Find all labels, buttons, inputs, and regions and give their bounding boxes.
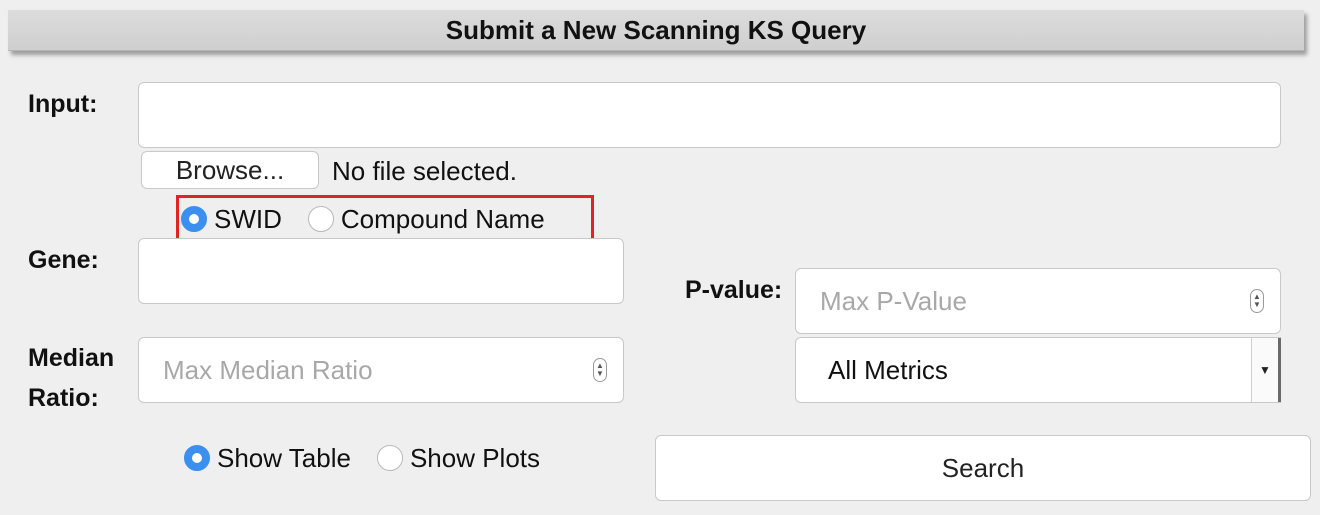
pvalue-spinner-icon[interactable]: ▲ ▼ xyxy=(1250,289,1264,313)
input-field[interactable] xyxy=(139,83,1280,147)
input-field-box xyxy=(138,82,1281,148)
median-ratio-input[interactable] xyxy=(139,338,623,402)
show-plots-label[interactable]: Show Plots xyxy=(410,443,540,474)
median-label-line2: Ratio: xyxy=(28,384,99,412)
pvalue-label: P-value: xyxy=(685,276,783,304)
id-type-radio-group: SWID Compound Name xyxy=(181,199,571,239)
form-title: Submit a New Scanning KS Query xyxy=(445,14,867,45)
show-plots-radio[interactable] xyxy=(376,445,403,471)
metrics-select-value: All Metrics xyxy=(828,354,948,385)
metrics-select[interactable]: All Metrics ▼ xyxy=(795,337,1281,403)
browse-button[interactable]: Browse... xyxy=(141,151,319,189)
pvalue-field-box: ▲▼ xyxy=(795,268,1281,334)
file-status: No file selected. xyxy=(332,156,517,186)
show-table-label[interactable]: Show Table xyxy=(217,443,351,474)
search-button[interactable]: Search xyxy=(655,435,1311,501)
median-ratio-label: Median Ratio: xyxy=(28,338,114,418)
gene-field-box xyxy=(138,238,624,304)
swid-radio-label[interactable]: SWID xyxy=(214,204,282,235)
display-radio-group: Show Table Show Plots xyxy=(184,438,566,478)
median-field-box: ▲▼ xyxy=(138,337,624,403)
pvalue-input[interactable] xyxy=(796,269,1280,333)
input-label: Input: xyxy=(28,90,98,118)
median-label-line1: Median xyxy=(28,344,115,372)
show-table-radio[interactable] xyxy=(184,445,210,471)
gene-field[interactable] xyxy=(139,239,623,303)
chevron-down-icon[interactable]: ▼ xyxy=(1251,338,1281,402)
form-header: Submit a New Scanning KS Query xyxy=(8,10,1304,51)
compound-name-radio[interactable] xyxy=(307,206,334,232)
compound-name-radio-label[interactable]: Compound Name xyxy=(341,204,545,235)
median-spinner-icon[interactable]: ▲ ▼ xyxy=(593,358,607,382)
gene-label: Gene: xyxy=(28,246,99,274)
swid-radio[interactable] xyxy=(181,206,207,232)
